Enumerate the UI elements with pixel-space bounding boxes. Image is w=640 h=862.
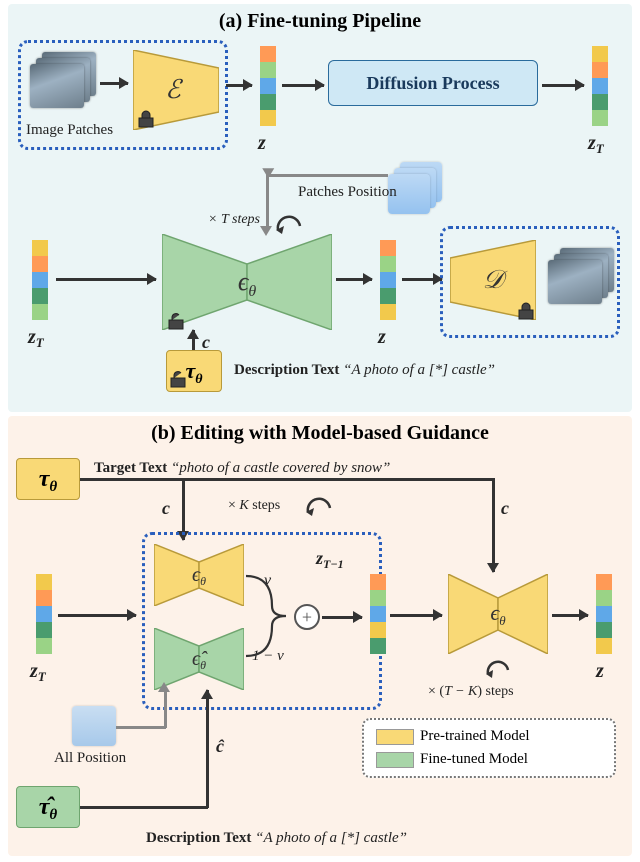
c-label-left: c [162, 498, 170, 519]
panel-b-title: (b) Editing with Model-based Guidance [8, 416, 632, 445]
z-label-bottom: z [378, 326, 386, 349]
pos-line-h [268, 174, 388, 177]
allpos-arrowhead [158, 682, 170, 692]
description-label-a: Description Text “A photo of a [*] castl… [234, 362, 495, 379]
arrow-z-to-decoder [402, 278, 442, 281]
loop-icon [302, 494, 336, 518]
latent-zT-b [36, 574, 52, 654]
unlock-icon [166, 312, 186, 332]
arrow-encoder-to-z [226, 84, 252, 87]
z-label-top: z [258, 132, 266, 155]
unet-finetuned-small: ϵ̂θ [154, 628, 244, 690]
plus-combine-icon: + [294, 604, 320, 630]
z-label-final: z [596, 660, 604, 683]
loop-icon [482, 658, 516, 680]
diffusion-process-box: Diffusion Process [328, 60, 538, 106]
arrow-unet-to-z [336, 278, 372, 281]
chat-line-h [80, 806, 208, 809]
panel-fine-tuning: (a) Fine-tuning Pipeline Image Patches ℰ… [8, 4, 632, 412]
latent-z-final [596, 574, 612, 654]
tau-topline [80, 478, 494, 481]
panel-a-title: (a) Fine-tuning Pipeline [8, 4, 632, 33]
panel-editing: (b) Editing with Model-based Guidance τθ… [8, 416, 632, 856]
unlock-icon [168, 370, 188, 390]
legend-box: Pre-trained Model Fine-tuned Model [362, 718, 616, 778]
target-text-line: Target Text “photo of a castle covered b… [94, 460, 390, 477]
zTm1-label: zT−1 [316, 548, 344, 569]
allpos-line-v [164, 690, 167, 728]
latent-z-top [260, 46, 276, 126]
all-position-label: All Position [54, 750, 126, 767]
arrow-zT-to-unet [56, 278, 156, 281]
encoder-symbol: ℰ [165, 75, 183, 104]
arrow-zT-to-guidance [58, 614, 136, 617]
image-patches-stack [30, 52, 100, 110]
lock-icon [516, 302, 536, 322]
unet-fine-tuned: ϵθ [162, 234, 332, 330]
chat-arrow-up [206, 690, 209, 808]
arrow-plus-out [322, 616, 362, 619]
image-patches-label: Image Patches [26, 122, 113, 139]
k-steps-label: × K steps [228, 498, 280, 514]
zT-label-bottom: zT [28, 326, 44, 349]
loop-icon [272, 212, 308, 236]
arrow-right-unet-out [552, 614, 588, 617]
c-label: c [202, 332, 210, 353]
pos-line-v [266, 174, 269, 228]
output-image-stack [548, 248, 618, 306]
arrow-mid-to-right [390, 614, 442, 617]
arrow-img-to-encoder [100, 82, 128, 85]
zT-label-b: zT [30, 660, 46, 683]
tau-finetuned: τ̂θ [16, 786, 80, 828]
unet-pretrained-right: ϵθ [448, 574, 548, 654]
legend-finetuned: Fine-tuned Model [376, 751, 602, 768]
unet-pretrained-small: ϵθ [154, 544, 244, 606]
description-label-b: Description Text “A photo of a [*] castl… [146, 830, 407, 847]
latent-z-bottom [380, 240, 396, 320]
legend-pretrained: Pre-trained Model [376, 728, 602, 745]
arrow-tau-to-unet [192, 330, 195, 350]
latent-zT-top [592, 46, 608, 126]
latent-mid [370, 574, 386, 654]
c-label-right: c [501, 498, 509, 519]
zT-label-top: zT [588, 132, 604, 155]
tk-steps-label: × (T − K) steps [428, 684, 514, 700]
lock-icon [136, 110, 156, 130]
arrow-diffusion-to-zT [542, 84, 584, 87]
latent-zT-bottom [32, 240, 48, 320]
brace-merge [246, 566, 296, 666]
all-position-patch [72, 706, 116, 746]
arrow-z-to-diffusion [282, 84, 324, 87]
c-arrow-right [492, 478, 495, 572]
t-steps-label: × T steps [208, 212, 260, 228]
tau-pretrained: τθ [16, 458, 80, 500]
allpos-line-h [116, 726, 166, 729]
c-arrow-left [182, 478, 185, 540]
patches-position-label: Patches Position [298, 184, 397, 201]
c-hat-label: ĉ [216, 736, 224, 757]
